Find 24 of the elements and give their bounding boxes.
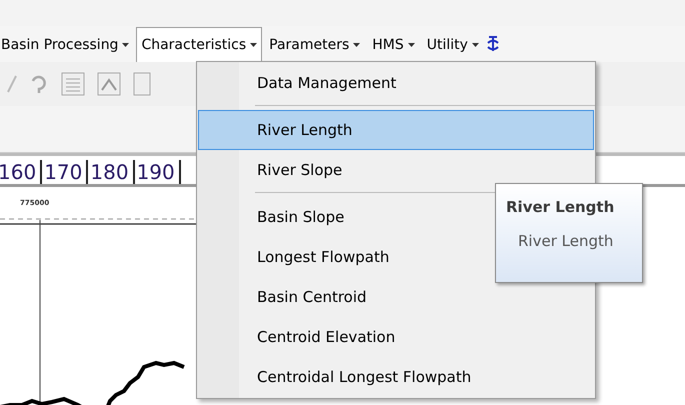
caret-icon	[250, 42, 258, 46]
menu-item[interactable]: Utility	[422, 26, 484, 62]
menu-entry[interactable]: River Slope	[198, 150, 594, 190]
ruler-label: 180	[88, 160, 135, 184]
menu-entry[interactable]: Centroidal Longest Flowpath	[198, 357, 594, 398]
menu-entry[interactable]: River Length	[198, 110, 594, 150]
caret-icon	[122, 42, 130, 46]
menu-entry[interactable]: Centroid Elevation	[198, 317, 594, 358]
caret-icon	[353, 42, 360, 46]
ruler-label: 160	[0, 160, 42, 184]
ruler-label: 190	[134, 160, 181, 184]
caret-icon	[408, 42, 415, 46]
caret-icon	[472, 42, 479, 46]
menu-entry[interactable]: Data Management	[198, 63, 594, 104]
menu-entry[interactable]: Basin Centroid	[198, 276, 594, 317]
table-icon[interactable]	[60, 71, 86, 97]
menu-item[interactable]: Characteristics	[136, 26, 262, 62]
menu-item[interactable]: HMS	[367, 26, 420, 62]
menu-item[interactable]: Parameters	[264, 26, 366, 62]
tooltip-title: River Length	[506, 198, 616, 216]
menu-item[interactable]: Basin Processing	[0, 26, 134, 62]
graph-icon[interactable]	[96, 71, 122, 97]
ruler-label: 170	[42, 160, 88, 184]
tooltip-text: River Length	[517, 232, 614, 250]
